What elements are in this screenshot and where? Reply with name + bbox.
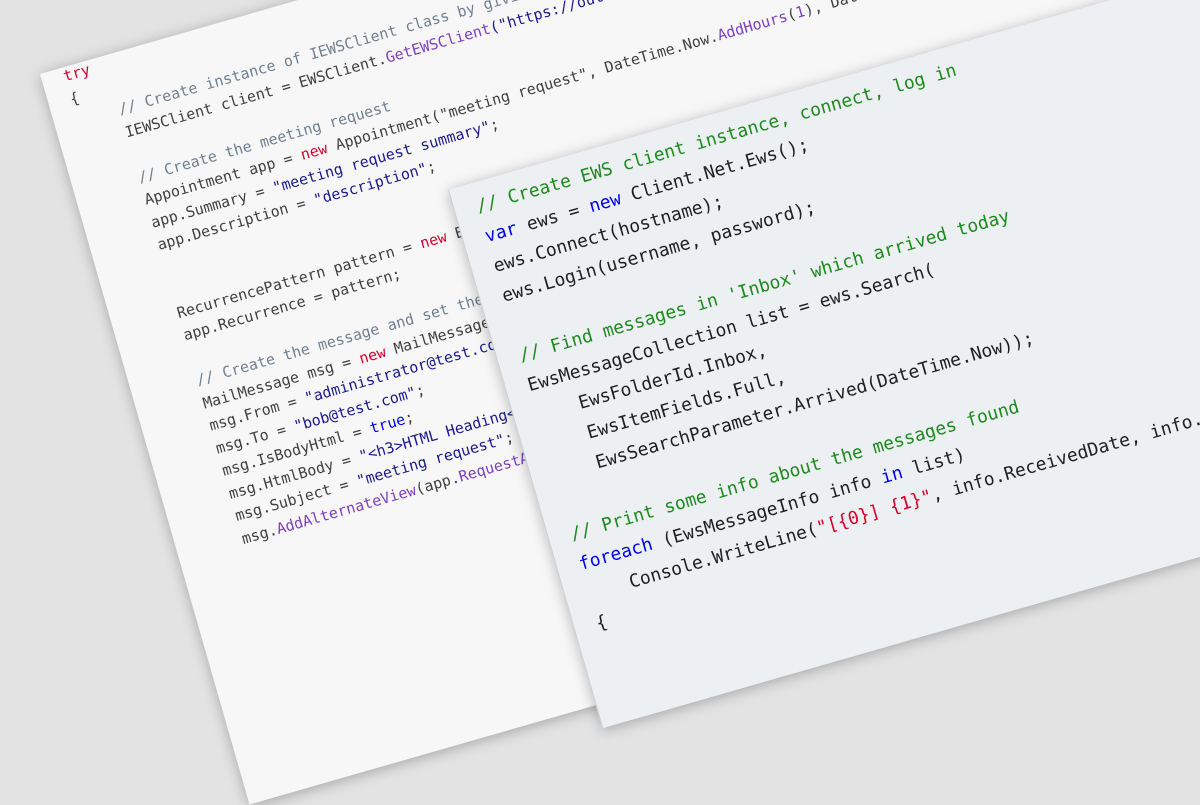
code-token: { xyxy=(593,611,610,635)
code-token: ), DateTime.Now. xyxy=(802,0,946,19)
code-token: true xyxy=(367,410,408,438)
code-line: { xyxy=(594,611,610,634)
code-token: msg. xyxy=(239,520,280,548)
code-token: var xyxy=(482,217,520,248)
code-token: try xyxy=(61,60,93,86)
code-token: , info.ReceivedDate, info.Subject); xyxy=(928,381,1200,507)
code-token: AddHours xyxy=(715,7,790,45)
code-line: try xyxy=(61,60,92,85)
code-line: { xyxy=(68,88,82,108)
code-token: new xyxy=(586,188,624,218)
code-token: { xyxy=(67,88,82,108)
